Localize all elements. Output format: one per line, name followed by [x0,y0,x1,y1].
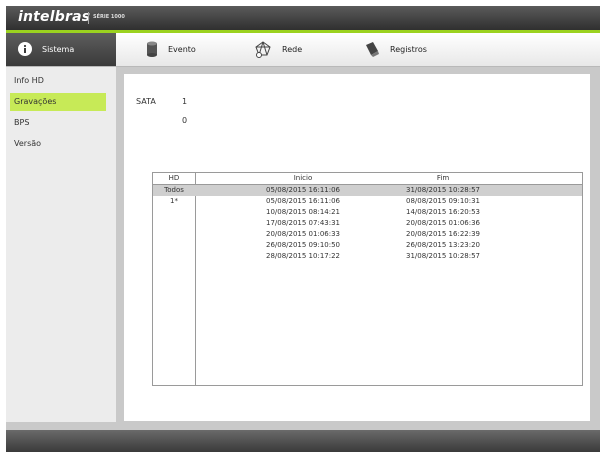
tab-registros[interactable]: Registros [352,33,462,66]
column-header-hd: HD [168,174,180,182]
table-row[interactable]: 26/08/2015 09:10:50 26/08/2015 13:23:20 [153,240,582,251]
cell-hd: 1* [170,197,178,205]
cell-inicio: 05/08/2015 16:11:06 [265,197,340,205]
tab-rede[interactable]: Rede [242,33,342,66]
table-row[interactable]: 20/08/2015 01:06:33 20/08/2015 16:22:39 [153,229,582,240]
tab-registros-label: Registros [390,45,427,54]
brand-series: SÉRIE 1000 [93,14,125,20]
sidebar-item-info-hd[interactable]: Info HD [10,72,106,90]
cell-hd [153,251,195,262]
cell-hd [153,218,195,229]
cell-hd [153,207,195,218]
app-window: intelbras SÉRIE 1000 Sistema Evento Rede [6,6,600,452]
clipboard-icon [364,41,380,59]
cell-fim: 31/08/2015 10:28:57 [405,252,480,260]
table-row[interactable]: 17/08/2015 07:43:31 20/08/2015 01:06:36 [153,218,582,229]
main-panel: SATA 1 0 HD Inicio Fim Todos 05/08/2015 … [124,74,590,421]
sidebar-item-versao[interactable]: Versão [10,135,106,153]
cell-inicio: 26/08/2015 09:10:50 [265,241,340,249]
column-header-fim: Fim [436,174,450,182]
table-row[interactable]: Todos 05/08/2015 16:11:06 31/08/2015 10:… [153,185,582,196]
tab-rede-label: Rede [282,45,303,54]
cell-fim: 08/08/2015 09:10:31 [405,197,480,205]
recordings-table: HD Inicio Fim Todos 05/08/2015 16:11:06 … [152,172,583,386]
sata-label: SATA [136,97,156,106]
cell-inicio: 28/08/2015 10:17:22 [265,252,340,260]
brand-logo: intelbras [18,9,91,25]
tab-evento[interactable]: Evento [134,33,234,66]
sidebar: Info HD Gravações BPS Versão [6,67,116,422]
top-header: intelbras SÉRIE 1000 [6,6,600,30]
cell-fim: 20/08/2015 01:06:36 [405,219,480,227]
table-row[interactable]: 28/08/2015 10:17:22 31/08/2015 10:28:57 [153,251,582,262]
logo-divider [88,12,89,24]
tab-sistema[interactable]: Sistema [6,33,116,66]
table-row[interactable]: 1* 05/08/2015 16:11:06 08/08/2015 09:10:… [153,196,582,207]
cylinder-icon [146,41,158,59]
table-header: HD Inicio Fim [153,173,582,185]
cell-inicio: 17/08/2015 07:43:31 [265,219,340,227]
cell-inicio: 05/08/2015 16:11:06 [265,186,340,194]
column-header-inicio: Inicio [293,174,313,182]
table-row[interactable]: 10/08/2015 08:14:21 14/08/2015 16:20:53 [153,207,582,218]
cell-fim: 14/08/2015 16:20:53 [405,208,480,216]
cell-inicio: 20/08/2015 01:06:33 [265,230,340,238]
tab-sistema-label: Sistema [42,45,75,54]
tab-bar: Sistema Evento Rede Registros [6,33,600,67]
sata-value: 1 [182,97,188,106]
cell-fim: 31/08/2015 10:28:57 [405,186,480,194]
cell-fim: 20/08/2015 16:22:39 [405,230,480,238]
cell-fim: 26/08/2015 13:23:20 [405,241,480,249]
cell-hd [153,229,195,240]
sata-second-value: 0 [182,116,188,125]
tab-evento-label: Evento [168,45,196,54]
network-icon [254,40,272,60]
cell-inicio: 10/08/2015 08:14:21 [265,208,340,216]
sidebar-item-bps[interactable]: BPS [10,114,106,132]
cell-hd: Todos [164,186,184,194]
info-icon [18,41,32,58]
bottom-bar [6,430,600,452]
sidebar-item-gravacoes[interactable]: Gravações [10,93,106,111]
cell-hd [153,240,195,251]
